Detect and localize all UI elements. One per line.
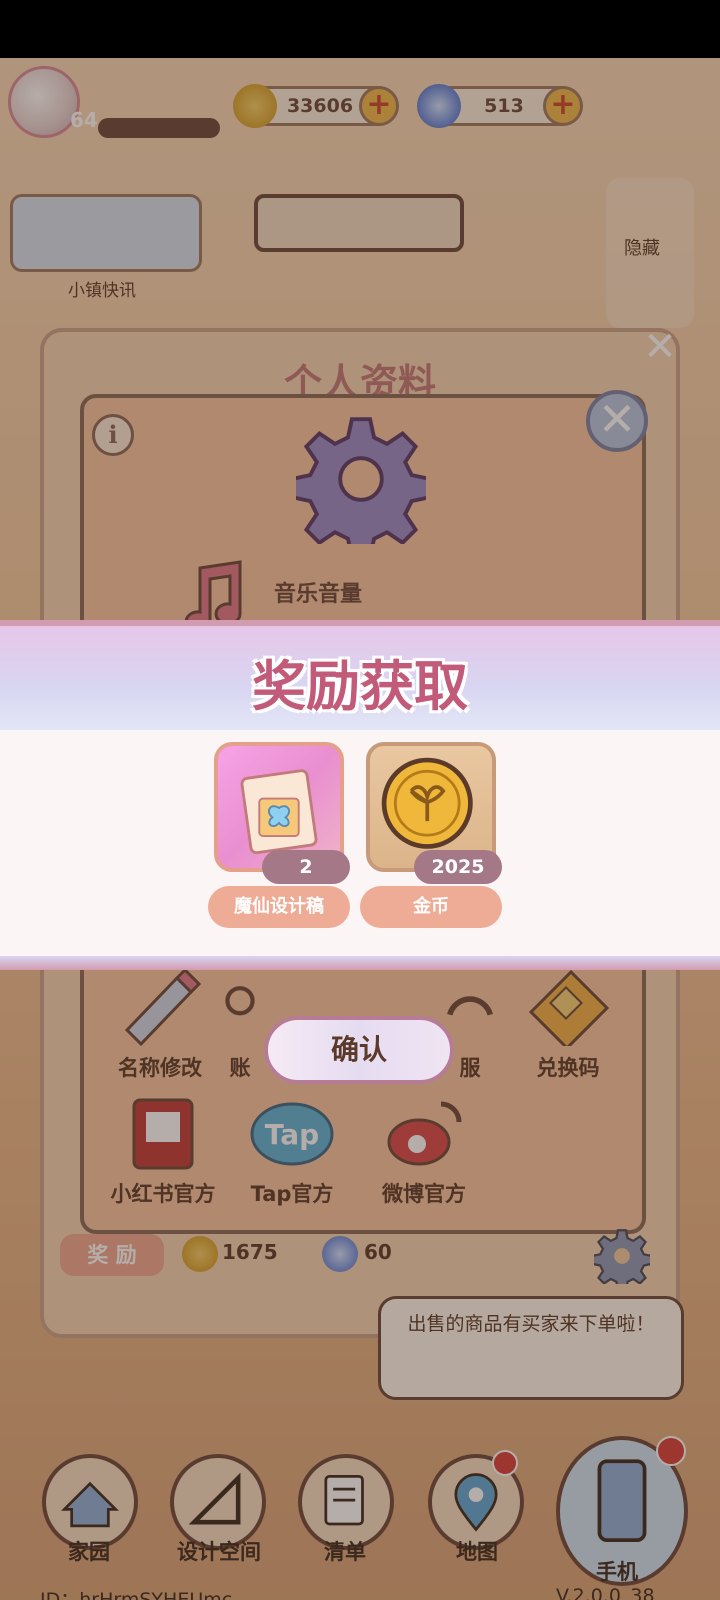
gem-value: 513 — [484, 95, 524, 117]
notification-dot — [492, 1450, 518, 1476]
close-button[interactable]: ✕ — [586, 390, 648, 452]
reward-count-badge: 2 — [262, 850, 350, 884]
nav-home-label: 家园 — [68, 1540, 110, 1564]
xiaohongshu-label: 小红书官方 — [110, 1182, 216, 1206]
add-gold-button[interactable]: + — [359, 86, 399, 126]
reward-name: 金币 — [360, 886, 502, 928]
redeem-code-item[interactable]: 兑换码 — [498, 968, 638, 1082]
book-icon — [132, 1098, 194, 1170]
rename-item[interactable]: 名称修改 — [90, 967, 230, 1082]
svg-text:Tap: Tap — [265, 1118, 319, 1151]
reward-popup: 奖励获取 2 魔仙设计稿 2025 金币 — [0, 620, 720, 980]
settings-gear-icon[interactable] — [594, 1228, 650, 1284]
profile-reward-bar: 奖 励 1675 60 — [60, 1234, 660, 1278]
tap-label: Tap官方 — [250, 1182, 334, 1206]
reward-count-badge: 2025 — [414, 850, 502, 884]
level-text: 64 — [70, 108, 98, 132]
reward-gem-value: 60 — [364, 1240, 392, 1264]
notice-bubble: 出售的商品有买家来下单啦！ — [378, 1296, 684, 1400]
design-icon — [188, 1472, 241, 1525]
gold-counter: 33606 + — [233, 84, 399, 128]
home-icon — [61, 1481, 119, 1528]
swirl-gem-icon — [417, 84, 461, 128]
close-icon[interactable]: ✕ — [642, 327, 678, 367]
account-item[interactable]: 账 — [210, 968, 270, 1082]
weibo-item[interactable]: 微博官方 — [354, 1094, 494, 1208]
reward-popup-title: 奖励获取 — [252, 655, 468, 718]
reward-popup-divider — [0, 956, 720, 970]
tap-icon: Tap — [250, 1102, 334, 1166]
list-icon — [324, 1474, 364, 1526]
xiaohongshu-item[interactable]: 小红书官方 — [88, 1094, 238, 1208]
hide-label: 隐藏 — [624, 238, 660, 259]
music-volume-label: 音乐音量 — [274, 582, 363, 607]
xp-bar — [98, 118, 220, 138]
gear-icon — [296, 417, 426, 544]
news-card[interactable] — [10, 194, 202, 272]
gold-value: 33606 — [286, 95, 354, 117]
phone-label: 手机 — [596, 1560, 638, 1584]
banner-slot[interactable] — [254, 194, 464, 252]
gem-counter: 513 + — [417, 84, 583, 128]
weibo-icon — [387, 1101, 462, 1166]
confirm-button[interactable]: 确认 — [264, 1016, 454, 1084]
redeem-code-label: 兑换码 — [536, 1056, 600, 1080]
info-icon[interactable]: i — [92, 414, 134, 456]
swirl-gem-icon — [322, 1236, 358, 1272]
reward-tag: 奖 励 — [60, 1234, 164, 1276]
news-label: 小镇快讯 — [68, 281, 136, 301]
nav-design-label: 设计空间 — [177, 1540, 261, 1564]
rename-label: 名称修改 — [118, 1056, 202, 1080]
reward-item-gold[interactable]: 2025 金币 — [360, 742, 502, 928]
nav-list-label: 清单 — [324, 1540, 366, 1564]
version-text: V.2.0.0_38 — [556, 1585, 655, 1600]
reward-gold-value: 1675 — [222, 1240, 278, 1264]
status-bar — [0, 0, 720, 58]
add-gem-button[interactable]: + — [543, 86, 583, 126]
nav-map-label: 地图 — [456, 1540, 498, 1564]
notification-dot — [656, 1436, 686, 1466]
tap-item[interactable]: Tap Tap官方 — [222, 1094, 362, 1208]
reward-name: 魔仙设计稿 — [208, 886, 350, 928]
gold-coin-icon — [182, 1236, 218, 1272]
reward-popup-header: 奖励获取 — [0, 620, 720, 730]
weibo-label: 微博官方 — [382, 1182, 466, 1206]
user-id: ID：hrHrmSYHEUmc — [40, 1589, 233, 1600]
reward-item-design[interactable]: 2 魔仙设计稿 — [208, 742, 350, 928]
gold-coin-icon — [233, 84, 277, 128]
account-label: 账 — [229, 1056, 251, 1080]
